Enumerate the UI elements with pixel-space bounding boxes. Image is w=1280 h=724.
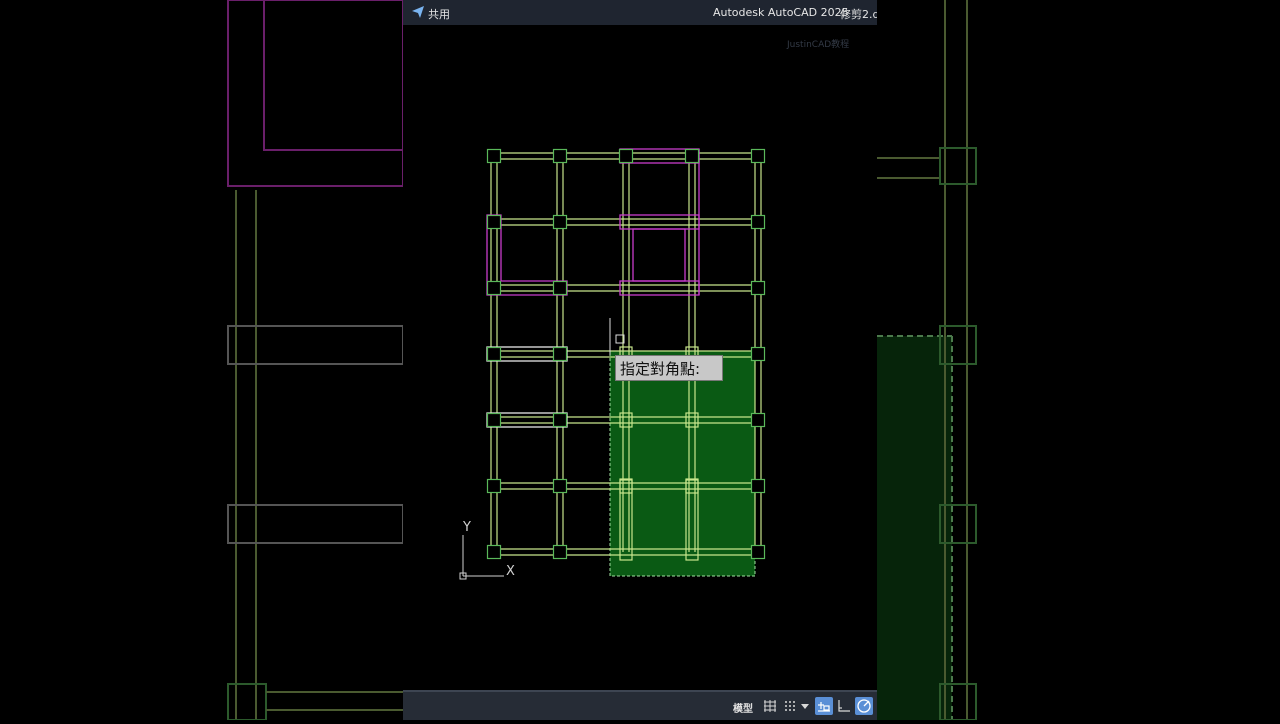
drawing-canvas[interactable]: Y X 指定對角點: JustinCAD教程 <box>403 25 877 690</box>
magenta-beam-mid <box>619 214 700 230</box>
grid-button[interactable] <box>761 697 779 715</box>
background-left-drawing <box>227 0 404 721</box>
share-icon[interactable] <box>411 5 425 19</box>
magenta-layer <box>486 148 700 296</box>
snap-icon <box>785 701 795 711</box>
autocad-window: 共用 Autodesk AutoCAD 2025 修剪2.dwg <box>403 0 877 720</box>
watermark-text: JustinCAD教程 <box>787 40 850 50</box>
column-box <box>750 412 766 428</box>
status-bar: 模型 <box>403 690 877 720</box>
snap-button[interactable] <box>781 697 799 715</box>
column-box <box>619 412 633 428</box>
column-box <box>619 479 633 561</box>
bg-column-box <box>227 683 267 721</box>
column-box <box>552 478 568 494</box>
bg-magenta-shape <box>227 0 404 187</box>
chevron-down-icon <box>801 704 809 709</box>
column-box <box>552 346 568 362</box>
column-box <box>486 346 502 362</box>
column-box <box>552 544 568 560</box>
column-box <box>552 148 568 164</box>
model-tab[interactable]: 模型 <box>733 700 753 715</box>
grid-icon <box>764 700 776 712</box>
column-box <box>750 478 766 494</box>
polar-icon <box>857 699 871 713</box>
app-title: Autodesk AutoCAD 2025 <box>713 6 849 19</box>
file-name-tab[interactable]: 修剪2.dwg <box>840 6 877 22</box>
ortho-icon <box>838 700 850 712</box>
title-bar: 共用 Autodesk AutoCAD 2025 修剪2.dwg <box>403 0 877 25</box>
share-label[interactable]: 共用 <box>428 6 450 22</box>
command-prompt-tooltip: 指定對角點: <box>615 355 723 381</box>
bg-beam-box <box>227 504 404 544</box>
background-left-blur <box>0 0 404 721</box>
column-box <box>486 214 502 230</box>
snap-dropdown-button[interactable] <box>799 697 811 715</box>
infer-constraints-button[interactable] <box>815 697 833 715</box>
column-box <box>750 148 766 164</box>
magenta-inner-box <box>632 228 686 282</box>
bg-magenta-shape-inner <box>263 0 404 151</box>
infer-constraints-icon <box>818 702 830 712</box>
column-box <box>750 346 766 362</box>
column-box <box>750 280 766 296</box>
column-box <box>684 148 700 164</box>
column-box <box>685 412 699 428</box>
column-box <box>486 412 502 428</box>
background-right-blur <box>877 0 1280 721</box>
magenta-beam-low <box>619 280 700 296</box>
column-box <box>552 280 568 296</box>
column-box <box>552 214 568 230</box>
column-box <box>486 544 502 560</box>
column-box <box>486 478 502 494</box>
ucs-x-label: X <box>506 564 515 579</box>
bg-beam-box <box>227 325 404 365</box>
background-right-drawing <box>877 0 977 721</box>
column-box <box>618 148 634 164</box>
ucs-y-label: Y <box>462 520 471 535</box>
column-box <box>552 412 568 428</box>
column-box <box>750 214 766 230</box>
column-box <box>750 544 766 560</box>
column-box <box>685 479 699 561</box>
ortho-button[interactable] <box>835 697 853 715</box>
column-box <box>486 280 502 296</box>
column-box <box>486 148 502 164</box>
polar-tracking-button[interactable] <box>855 697 873 715</box>
